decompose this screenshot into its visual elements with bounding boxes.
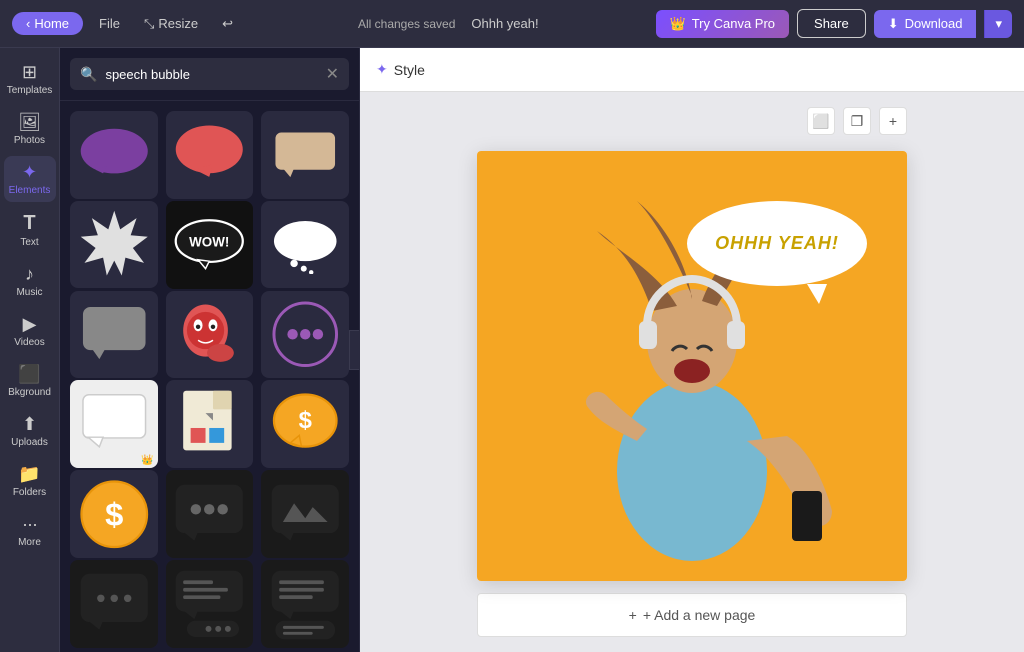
bubble-text: OHHH YEAH! [715, 233, 839, 254]
list-item[interactable] [261, 560, 349, 648]
download-button[interactable]: ⬇ Download [874, 10, 977, 38]
list-item[interactable]: 👑 [70, 380, 158, 468]
list-item[interactable] [261, 201, 349, 289]
list-item[interactable] [261, 111, 349, 199]
list-item[interactable] [70, 201, 158, 289]
sidebar-item-text[interactable]: T Text [4, 206, 56, 254]
sidebar-item-more[interactable]: ··· More [4, 508, 56, 554]
canvas-page: OHHH YEAH! [477, 151, 907, 581]
plus-icon: + [629, 607, 637, 623]
sidebar-item-templates[interactable]: ⊞ Templates [4, 56, 56, 102]
chevron-left-icon: ‹ [26, 16, 30, 31]
style-button[interactable]: ✦ Style [376, 61, 425, 78]
list-item[interactable] [261, 291, 349, 379]
clear-search-icon[interactable]: ✕ [326, 64, 339, 84]
icon-nav: ⊞ Templates 🖼 Photos ✦ Elements T Text ♪… [0, 48, 60, 652]
videos-icon: ▶ [23, 314, 37, 335]
speech-bubble-element[interactable]: OHHH YEAH! [687, 201, 867, 301]
list-item[interactable] [166, 111, 254, 199]
list-item[interactable]: $ [70, 470, 158, 558]
topbar-right: 👑 Try Canva Pro Share ⬇ Download ▾ [656, 9, 1012, 38]
sidebar-item-background[interactable]: ⬛ Bkground [4, 358, 56, 404]
collapse-panel-button[interactable]: ‹ [349, 330, 360, 370]
search-box: 🔍 ✕ [70, 58, 349, 90]
download-icon: ⬇ [888, 16, 899, 32]
more-icon: ··· [22, 514, 37, 535]
music-icon: ♪ [25, 264, 34, 285]
sidebar-item-folders[interactable]: 📁 Folders [4, 458, 56, 504]
templates-icon: ⊞ [22, 62, 37, 83]
resize-button[interactable]: ⤡ Resize [136, 12, 206, 36]
list-item[interactable] [70, 560, 158, 648]
saved-status: All changes saved [358, 17, 455, 31]
crown-icon: 👑 [670, 16, 686, 32]
canvas-container: ⬜ ❐ + [477, 107, 907, 637]
canvas-copy-button[interactable]: ❐ [843, 107, 871, 135]
list-item[interactable] [261, 470, 349, 558]
list-item[interactable] [166, 560, 254, 648]
canvas-frame-button[interactable]: ⬜ [807, 107, 835, 135]
canvas-add-button[interactable]: + [879, 107, 907, 135]
topbar-center: All changes saved Ohhh yeah! [249, 16, 647, 31]
canvas-toolbar: ✦ Style [360, 48, 1024, 92]
sidebar-item-videos[interactable]: ▶ Videos [4, 308, 56, 354]
document-title: Ohhh yeah! [471, 16, 538, 31]
sidebar-item-elements[interactable]: ✦ Elements [4, 156, 56, 202]
undo-button[interactable]: ↩ [214, 12, 241, 36]
style-wand-icon: ✦ [376, 61, 388, 78]
topbar: ‹ Home File ⤡ Resize ↩ All changes saved… [0, 0, 1024, 48]
sidebar-item-music[interactable]: ♪ Music [4, 258, 56, 304]
search-section: 🔍 ✕ [60, 48, 359, 101]
elements-grid: WOW! [60, 101, 359, 652]
elements-panel: 🔍 ✕ [60, 48, 360, 652]
list-item[interactable] [166, 291, 254, 379]
undo-icon: ↩ [222, 16, 233, 32]
uploads-icon: ⬆ [22, 414, 37, 435]
sidebar-item-uploads[interactable]: ⬆ Uploads [4, 408, 56, 454]
list-item[interactable] [166, 470, 254, 558]
svg-text:$: $ [105, 495, 123, 532]
canvas-area: ✦ Style ⬜ ❐ + [360, 48, 1024, 652]
svg-text:$: $ [299, 407, 312, 434]
resize-icon: ⤡ [144, 16, 154, 32]
canvas-controls: ⬜ ❐ + [807, 107, 907, 135]
list-item[interactable]: $ [261, 380, 349, 468]
add-page-button[interactable]: + + Add a new page [477, 593, 907, 637]
elements-icon: ✦ [22, 162, 37, 183]
search-icon: 🔍 [80, 66, 97, 83]
share-button[interactable]: Share [797, 9, 866, 38]
search-input[interactable] [105, 67, 317, 82]
list-item[interactable] [70, 291, 158, 379]
file-button[interactable]: File [91, 12, 128, 35]
sidebar-item-photos[interactable]: 🖼 Photos [4, 106, 56, 152]
canvas-scroll: ⬜ ❐ + [360, 92, 1024, 652]
list-item[interactable] [70, 111, 158, 199]
text-icon: T [23, 212, 35, 235]
speech-bubble-inner: OHHH YEAH! [687, 201, 867, 286]
background-icon: ⬛ [18, 364, 40, 385]
home-button[interactable]: ‹ Home [12, 12, 83, 35]
folders-icon: 📁 [18, 464, 40, 485]
photos-icon: 🖼 [18, 112, 41, 133]
svg-text:WOW!: WOW! [189, 234, 229, 249]
main-layout: ⊞ Templates 🖼 Photos ✦ Elements T Text ♪… [0, 48, 1024, 652]
list-item[interactable]: WOW! [166, 201, 254, 289]
canva-pro-button[interactable]: 👑 Try Canva Pro [656, 10, 790, 38]
list-item[interactable] [166, 380, 254, 468]
download-arrow-button[interactable]: ▾ [984, 10, 1012, 38]
